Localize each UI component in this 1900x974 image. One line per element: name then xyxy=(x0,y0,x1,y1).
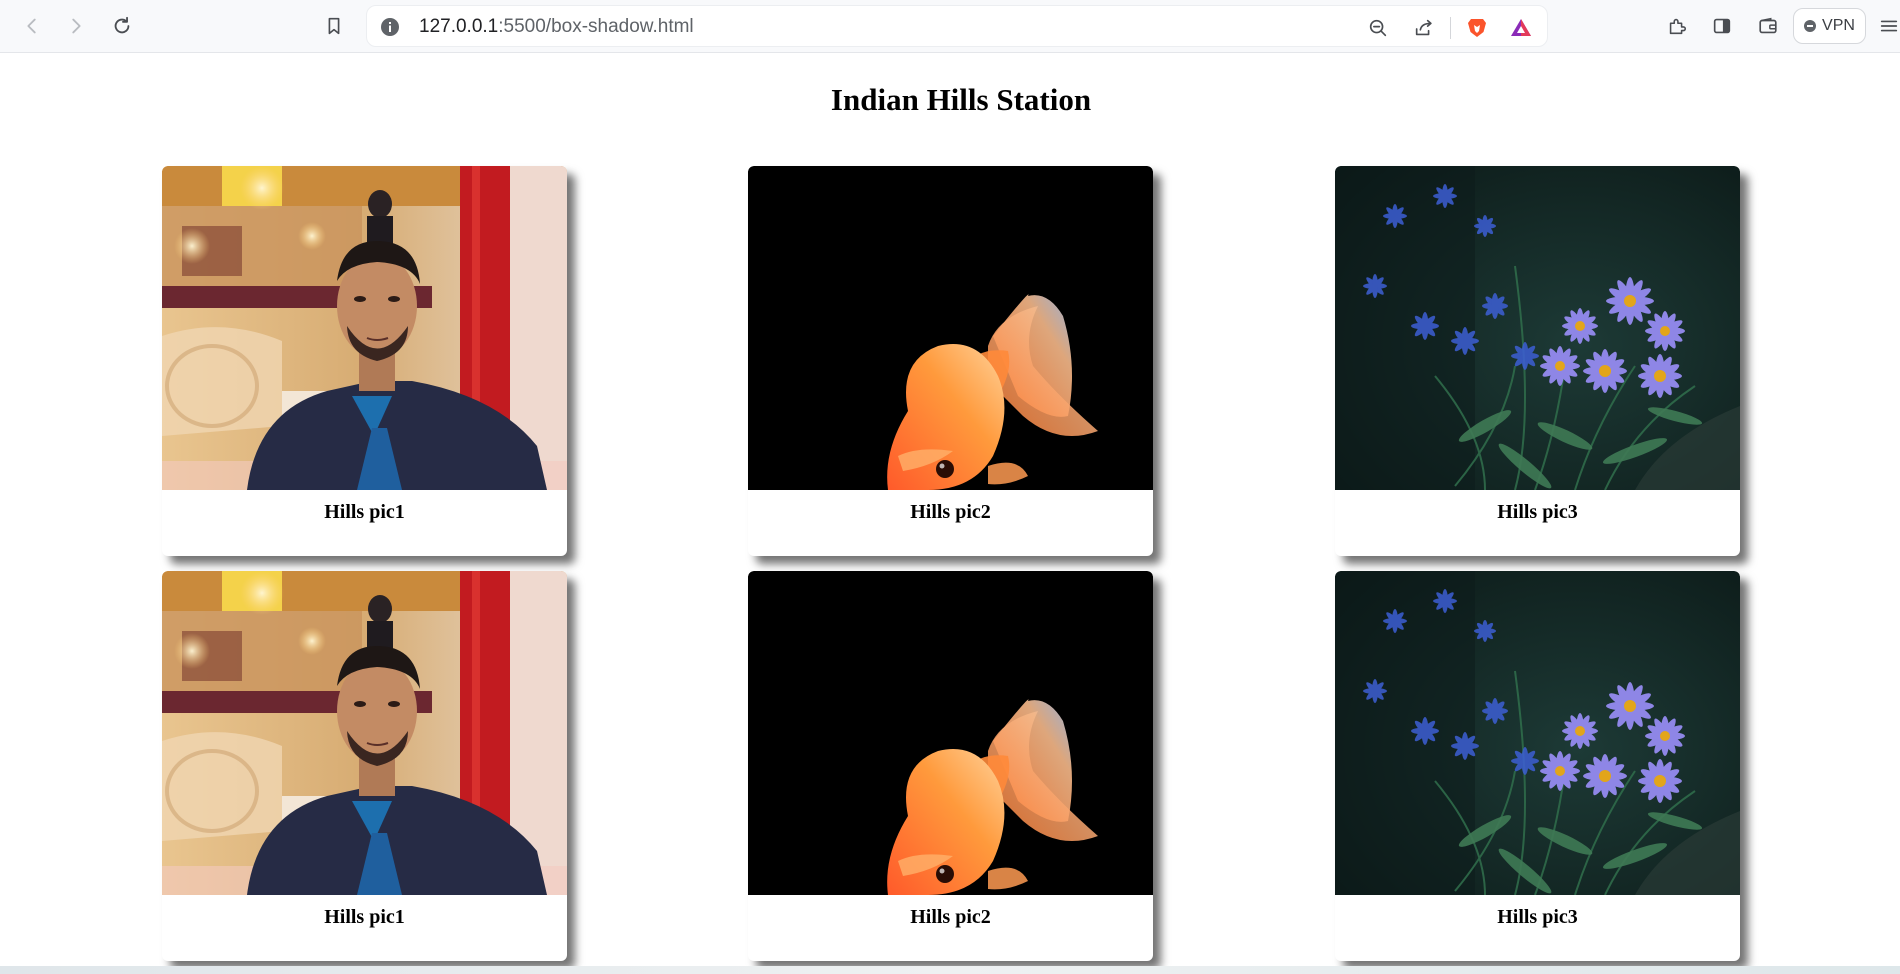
gallery-card: Hills pic3 xyxy=(1335,166,1740,556)
sidebar-icon[interactable] xyxy=(1707,11,1737,41)
browser-toolbar: 127.0.0.1:5500/box-shadow.html VPN xyxy=(0,0,1900,53)
gallery-card: Hills pic1 xyxy=(162,571,567,961)
forward-icon[interactable] xyxy=(61,11,91,41)
vpn-button[interactable]: VPN xyxy=(1793,8,1866,44)
address-bar[interactable]: 127.0.0.1:5500/box-shadow.html xyxy=(366,5,1548,47)
vpn-label: VPN xyxy=(1822,17,1855,34)
gallery-card: Hills pic1 xyxy=(162,166,567,556)
bookmark-icon[interactable] xyxy=(319,11,349,41)
gallery-card: Hills pic2 xyxy=(748,166,1153,556)
card-caption: Hills pic2 xyxy=(910,501,991,523)
goldfish-photo xyxy=(748,166,1153,490)
card-caption: Hills pic2 xyxy=(910,906,991,928)
url-host: 127.0.0.1 xyxy=(419,16,499,37)
back-icon[interactable] xyxy=(17,11,47,41)
card-caption: Hills pic3 xyxy=(1497,906,1578,928)
portrait-photo xyxy=(162,166,567,490)
address-divider xyxy=(1450,17,1451,39)
portrait-photo xyxy=(162,571,567,895)
info-icon[interactable] xyxy=(379,16,401,38)
share-icon[interactable] xyxy=(1411,15,1437,41)
flowers-photo xyxy=(1335,571,1740,895)
reload-icon[interactable] xyxy=(107,11,137,41)
url-text[interactable]: 127.0.0.1:5500/box-shadow.html xyxy=(419,16,694,38)
extensions-icon[interactable] xyxy=(1662,11,1692,41)
card-caption: Hills pic1 xyxy=(324,501,405,523)
zoom-out-icon[interactable] xyxy=(1365,15,1391,41)
card-caption: Hills pic1 xyxy=(324,906,405,928)
brave-shields-icon[interactable] xyxy=(1464,15,1490,41)
vpn-status-icon xyxy=(1804,20,1817,32)
wallet-icon[interactable] xyxy=(1753,11,1783,41)
menu-icon[interactable] xyxy=(1874,11,1900,41)
flowers-photo xyxy=(1335,166,1740,490)
goldfish-photo xyxy=(748,571,1153,895)
gallery-card: Hills pic2 xyxy=(748,571,1153,961)
window-bottom-edge xyxy=(0,966,1900,974)
url-path: :5500/box-shadow.html xyxy=(498,16,694,37)
brave-rewards-icon[interactable] xyxy=(1508,15,1534,41)
gallery-card: Hills pic3 xyxy=(1335,571,1740,961)
card-caption: Hills pic3 xyxy=(1497,501,1578,523)
page-title: Indian Hills Station xyxy=(830,82,1092,117)
